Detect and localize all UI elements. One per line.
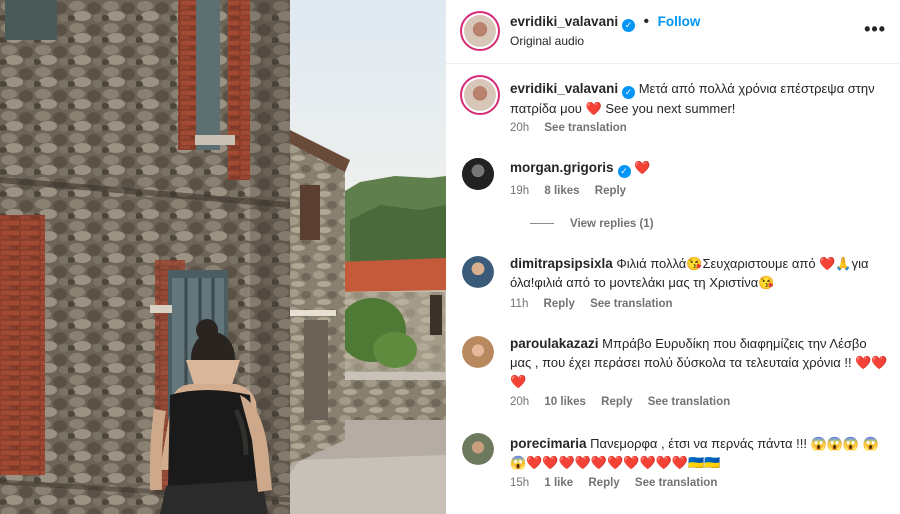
comment-meta: 20h 10 likes Reply See translation	[510, 396, 742, 408]
verified-badge-icon: ✓	[617, 165, 631, 178]
comment-time[interactable]: 20h	[510, 396, 529, 408]
heart-icon: ❤️	[585, 101, 602, 116]
comment-likes[interactable]: 10 likes	[544, 396, 586, 408]
verified-badge-icon: ✓	[622, 19, 636, 32]
comment-text: dimitrapsipsixla Φιλιά πολλά😘Σευχαριστου…	[510, 254, 890, 292]
post-header: evridiki_valavani ✓ • Follow Original aud…	[446, 0, 900, 64]
caption-text-part2: See you next summer!	[605, 101, 736, 116]
comment: porecimaria Πανεμορφα , έτσι να περνάς π…	[446, 428, 900, 514]
comment-time[interactable]: 19h	[510, 185, 529, 197]
comments-panel: evridiki_valavani ✓ • Follow Original aud…	[446, 0, 900, 514]
reply-button[interactable]: Reply	[601, 396, 632, 408]
dot-separator: •	[643, 13, 650, 30]
reply-button[interactable]: Reply	[588, 477, 619, 489]
commenter-username[interactable]: paroulakazazi	[510, 336, 599, 351]
caption-text: evridiki_valavani ✓ Μετά από πολλά χρόνια…	[510, 79, 890, 118]
view-replies-button[interactable]: View replies (1)	[530, 218, 654, 230]
author-avatar[interactable]	[460, 11, 500, 51]
comment-time[interactable]: 15h	[510, 477, 529, 489]
see-translation-button[interactable]: See translation	[648, 396, 730, 408]
comment-text: morgan.grigoris ✓ ❤️	[510, 158, 890, 178]
view-replies-label[interactable]: View replies (1)	[570, 218, 654, 230]
see-translation-button[interactable]: See translation	[590, 298, 672, 310]
caption-avatar[interactable]	[460, 75, 500, 115]
caption-time[interactable]: 20h	[510, 122, 529, 134]
comment: morgan.grigoris ✓ ❤️ 19h 8 likes Reply Vi…	[446, 150, 900, 240]
comment-text: porecimaria Πανεμορφα , έτσι να περνάς π…	[510, 434, 890, 472]
reply-button[interactable]: Reply	[595, 185, 626, 197]
comment-time[interactable]: 11h	[510, 298, 528, 310]
comment-body: ❤️	[634, 160, 651, 175]
commenter-avatar[interactable]	[462, 433, 494, 465]
comment-text: paroulakazazi Μπράβο Ευρυδίκη που διαφημ…	[510, 334, 890, 391]
comment-meta: 11h Reply See translation	[510, 298, 685, 310]
caption-meta: 20h See translation	[510, 122, 639, 134]
comment-likes[interactable]: 1 like	[544, 477, 573, 489]
follow-button[interactable]: Follow	[658, 14, 701, 29]
commenter-avatar[interactable]	[462, 336, 494, 368]
comment-likes[interactable]: 8 likes	[544, 185, 579, 197]
commenter-avatar[interactable]	[462, 158, 494, 190]
commenter-avatar[interactable]	[462, 256, 494, 288]
more-horizontal-icon[interactable]: •••	[864, 19, 886, 40]
reply-button[interactable]: Reply	[544, 298, 575, 310]
commenter-username[interactable]: porecimaria	[510, 436, 587, 451]
verified-badge-icon: ✓	[622, 86, 636, 99]
post-photo	[0, 0, 446, 514]
see-translation-button[interactable]: See translation	[635, 477, 717, 489]
comment: dimitrapsipsixla Φιλιά πολλά😘Σευχαριστου…	[446, 248, 900, 320]
comment: paroulakazazi Μπράβο Ευρυδίκη που διαφημ…	[446, 328, 900, 418]
see-translation-button[interactable]: See translation	[544, 122, 626, 134]
caption-username[interactable]: evridiki_valavani	[510, 81, 618, 96]
caption: evridiki_valavani ✓ Μετά από πολλά χρόνια…	[446, 64, 900, 144]
commenter-username[interactable]: morgan.grigoris	[510, 160, 614, 175]
commenter-username[interactable]: dimitrapsipsixla	[510, 256, 613, 271]
comment-meta: 19h 8 likes Reply	[510, 185, 638, 197]
author-username[interactable]: evridiki_valavani	[510, 14, 618, 29]
divider-line	[530, 223, 554, 225]
audio-label[interactable]: Original audio	[510, 34, 584, 48]
comment-meta: 15h 1 like Reply See translation	[510, 477, 729, 489]
